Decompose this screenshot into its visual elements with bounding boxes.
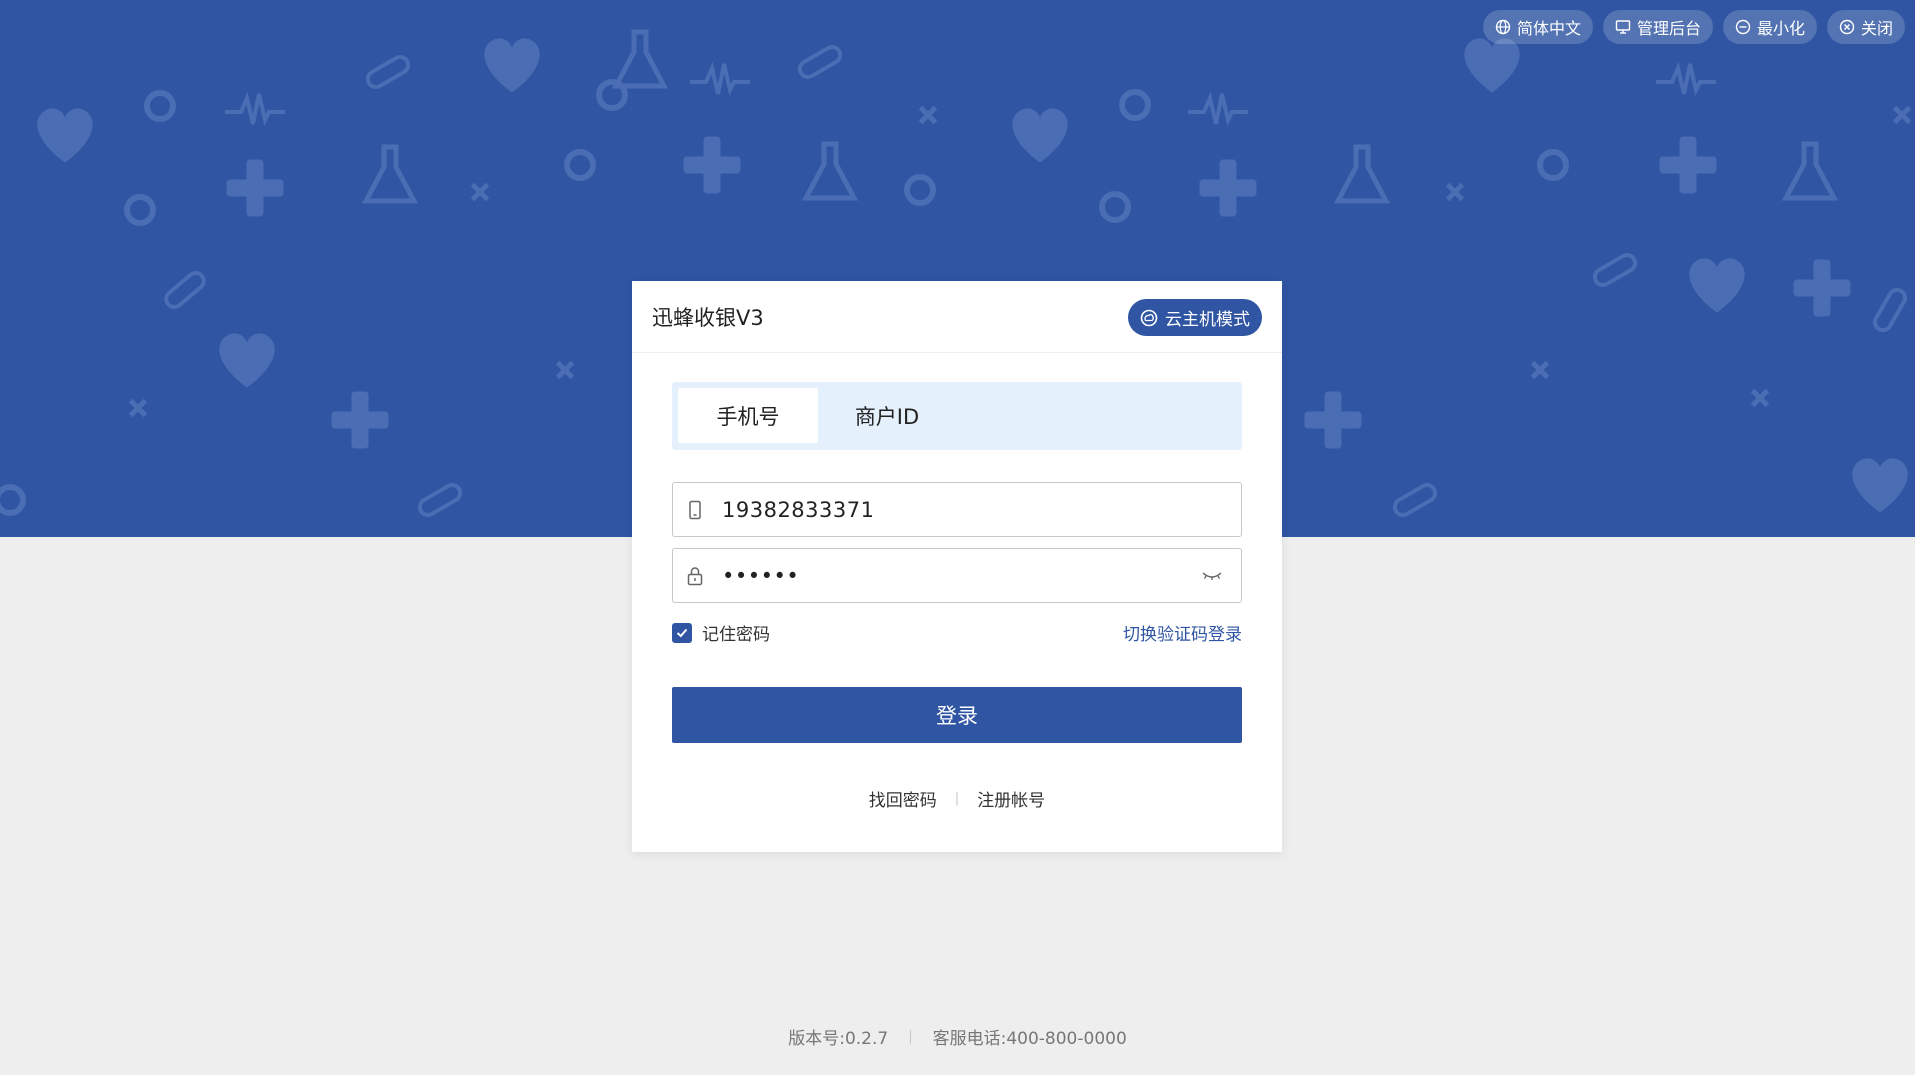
remember-checkbox[interactable]: [672, 622, 692, 643]
minimize-button[interactable]: 最小化: [1722, 10, 1817, 44]
version-text: 版本号:0.2.7: [788, 1029, 889, 1049]
mobile-phone-icon: [689, 500, 701, 519]
tab-phone[interactable]: 手机号: [678, 388, 818, 443]
tab-merchant-id[interactable]: 商户ID: [832, 388, 942, 443]
cloud-mode-icon: [1140, 309, 1158, 326]
support-phone-text: 客服电话:400-800-0000: [932, 1029, 1127, 1049]
close-label: 关闭: [1860, 19, 1893, 38]
login-button[interactable]: 登录: [672, 687, 1242, 743]
language-label: 简体中文: [1516, 19, 1581, 38]
language-button[interactable]: 简体中文: [1482, 10, 1593, 44]
cloud-mode-button[interactable]: 云主机模式: [1128, 299, 1262, 336]
footer-divider: |: [908, 1029, 913, 1044]
login-card: 迅蜂收银V3 云主机模式 手机号 商户ID 记住密码 切换验证码登录 登录 找回…: [632, 281, 1282, 852]
window-toolbar: 简体中文 管理后台 最小化 关闭: [1482, 10, 1905, 44]
minus-circle-icon: [1735, 19, 1751, 35]
password-field[interactable]: [672, 548, 1242, 603]
phone-input[interactable]: [720, 496, 1164, 523]
lock-icon: [687, 566, 703, 585]
link-divider: |: [954, 791, 960, 806]
remember-password[interactable]: 记住密码: [672, 620, 770, 645]
close-button[interactable]: 关闭: [1826, 10, 1905, 44]
check-icon: [676, 628, 688, 637]
globe-icon: [1495, 19, 1511, 35]
forgot-password-link[interactable]: 找回密码: [869, 786, 937, 811]
minimize-label: 最小化: [1756, 19, 1805, 38]
login-type-tabs: 手机号 商户ID: [672, 382, 1242, 450]
eye-closed-icon[interactable]: [1201, 565, 1223, 585]
admin-label: 管理后台: [1636, 19, 1701, 38]
app-title: 迅蜂收银V3: [652, 306, 764, 330]
admin-button[interactable]: 管理后台: [1602, 10, 1713, 44]
cloud-mode-label: 云主机模式: [1165, 310, 1250, 330]
register-link[interactable]: 注册帐号: [977, 786, 1045, 811]
close-circle-icon: [1839, 19, 1855, 35]
footer: 版本号:0.2.7 | 客服电话:400-800-0000: [0, 1024, 1915, 1049]
account-links: 找回密码 | 注册帐号: [632, 786, 1282, 811]
card-header: 迅蜂收银V3 云主机模式: [632, 281, 1282, 353]
switch-sms-login-link[interactable]: 切换验证码登录: [1123, 620, 1242, 645]
password-input[interactable]: [720, 562, 1164, 589]
monitor-icon: [1615, 20, 1631, 34]
phone-field[interactable]: [672, 482, 1242, 537]
remember-label: 记住密码: [702, 625, 770, 645]
